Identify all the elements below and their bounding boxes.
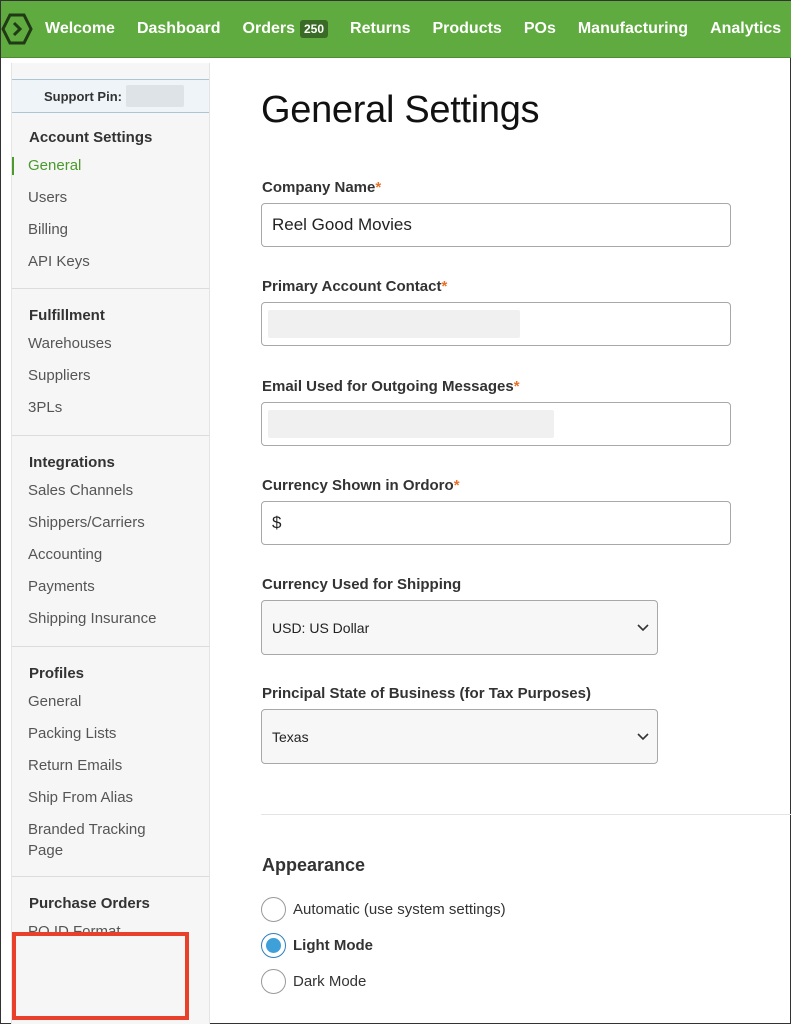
email-outgoing-input[interactable] [261,402,731,446]
nav-label: Analytics [710,20,782,37]
nav-analytics[interactable]: Analytics [699,1,791,57]
nav-items: Welcome Dashboard Orders 250 Returns Prod… [33,1,791,57]
principal-state-label: Principal State of Business (for Tax Pur… [262,685,591,702]
currency-symbol-value: $ [272,513,282,532]
highlight-annotation-box [12,932,189,1020]
support-pin-value-redacted [126,85,184,107]
section-account-settings: Account Settings General Users Billing A… [12,113,209,289]
sidebar-item-ship-from-alias[interactable]: Ship From Alias [12,782,209,814]
radio-button[interactable] [261,969,286,994]
sidebar-item-warehouses[interactable]: Warehouses [12,328,209,360]
section-heading: Profiles [29,665,85,682]
ordoro-logo-icon[interactable] [1,1,33,58]
sidebar-item-api-keys[interactable]: API Keys [12,246,209,278]
nav-label: Dashboard [136,20,221,37]
nav-label: Orders [242,20,295,37]
sidebar-item-3pls[interactable]: 3PLs [12,392,209,424]
currency-shown-input[interactable]: $ [261,501,731,545]
principal-state-select[interactable]: Texas [261,709,658,764]
nav-products[interactable]: Products [421,1,512,57]
support-pin-label: Support Pin: [44,88,122,104]
sidebar-item-general[interactable]: General [12,150,209,182]
sidebar-item-billing[interactable]: Billing [12,214,209,246]
label-text: Email Used for Outgoing Messages [262,378,514,395]
section-integrations: Integrations Sales Channels Shippers/Car… [12,436,209,647]
nav-label: Welcome [45,20,115,37]
primary-contact-input[interactable] [261,302,731,346]
nav-label: Products [432,20,502,37]
email-outgoing-label: Email Used for Outgoing Messages* [262,378,520,395]
sidebar-item-suppliers[interactable]: Suppliers [12,360,209,392]
top-nav: Welcome Dashboard Orders 250 Returns Prod… [1,1,791,58]
selected-value: USD: US Dollar [272,619,370,636]
required-marker: * [453,477,460,494]
chevron-down-icon [637,623,649,631]
company-name-input[interactable]: Reel Good Movies [261,203,731,247]
section-profiles: Profiles General Packing Lists Return Em… [12,647,209,877]
company-name-label: Company Name* [262,179,381,196]
sidebar-item-users[interactable]: Users [12,182,209,214]
page-title: General Settings [261,89,540,131]
support-pin: Support Pin: [12,79,209,113]
currency-shown-label: Currency Shown in Ordoro* [262,477,460,494]
radio-label: Light Mode [293,937,373,954]
sidebar-item-accounting[interactable]: Accounting [12,539,209,571]
required-marker: * [441,278,448,295]
section-heading: Fulfillment [29,307,105,324]
nav-label: Returns [350,20,411,37]
currency-shipping-label: Currency Used for Shipping [262,576,462,593]
sidebar-item-branded-tracking-page[interactable]: Branded Tracking Page [12,814,162,866]
orders-count-badge: 250 [300,20,329,38]
section-heading: Integrations [29,454,115,471]
nav-label: Manufacturing [577,20,689,37]
sidebar-item-shipping-insurance[interactable]: Shipping Insurance [12,603,209,635]
sidebar-item-sales-channels[interactable]: Sales Channels [12,475,209,507]
currency-shipping-select[interactable]: USD: US Dollar [261,600,658,655]
label-text: Primary Account Contact [262,278,442,295]
sidebar-item-payments[interactable]: Payments [12,571,209,603]
sidebar-item-return-emails[interactable]: Return Emails [12,750,209,782]
radio-button-checked[interactable] [261,933,286,958]
selected-value: Texas [272,728,309,745]
appearance-option-light[interactable]: Light Mode [261,933,373,958]
section-fulfillment: Fulfillment Warehouses Suppliers 3PLs [12,289,209,436]
company-name-value: Reel Good Movies [272,215,412,234]
nav-orders[interactable]: Orders 250 [232,1,340,57]
radio-label: Dark Mode [293,973,367,990]
appearance-option-dark[interactable]: Dark Mode [261,969,366,994]
nav-pos[interactable]: POs [513,1,567,57]
sidebar-item-shippers-carriers[interactable]: Shippers/Carriers [12,507,209,539]
redacted-value [268,310,520,338]
settings-sidebar: Support Pin: Account Settings General Us… [11,63,210,1024]
primary-contact-label: Primary Account Contact* [262,278,447,295]
label-text: Company Name [262,179,376,196]
nav-label: POs [523,20,556,37]
radio-button[interactable] [261,897,286,922]
nav-welcome[interactable]: Welcome [33,1,126,57]
appearance-heading: Appearance [262,855,366,875]
chevron-down-icon [637,732,649,740]
section-heading: Account Settings [29,129,153,146]
required-marker: * [375,179,382,196]
appearance-option-automatic[interactable]: Automatic (use system settings) [261,897,506,922]
sidebar-item-packing-lists[interactable]: Packing Lists [12,718,209,750]
nav-dashboard[interactable]: Dashboard [126,1,232,57]
sidebar-item-profiles-general[interactable]: General [12,686,209,718]
section-divider [261,814,791,815]
radio-label: Automatic (use system settings) [293,901,506,918]
nav-manufacturing[interactable]: Manufacturing [567,1,699,57]
nav-returns[interactable]: Returns [339,1,421,57]
label-text: Currency Shown in Ordoro [262,477,454,494]
section-heading: Purchase Orders [29,895,150,912]
required-marker: * [513,378,520,395]
redacted-value [268,410,554,438]
